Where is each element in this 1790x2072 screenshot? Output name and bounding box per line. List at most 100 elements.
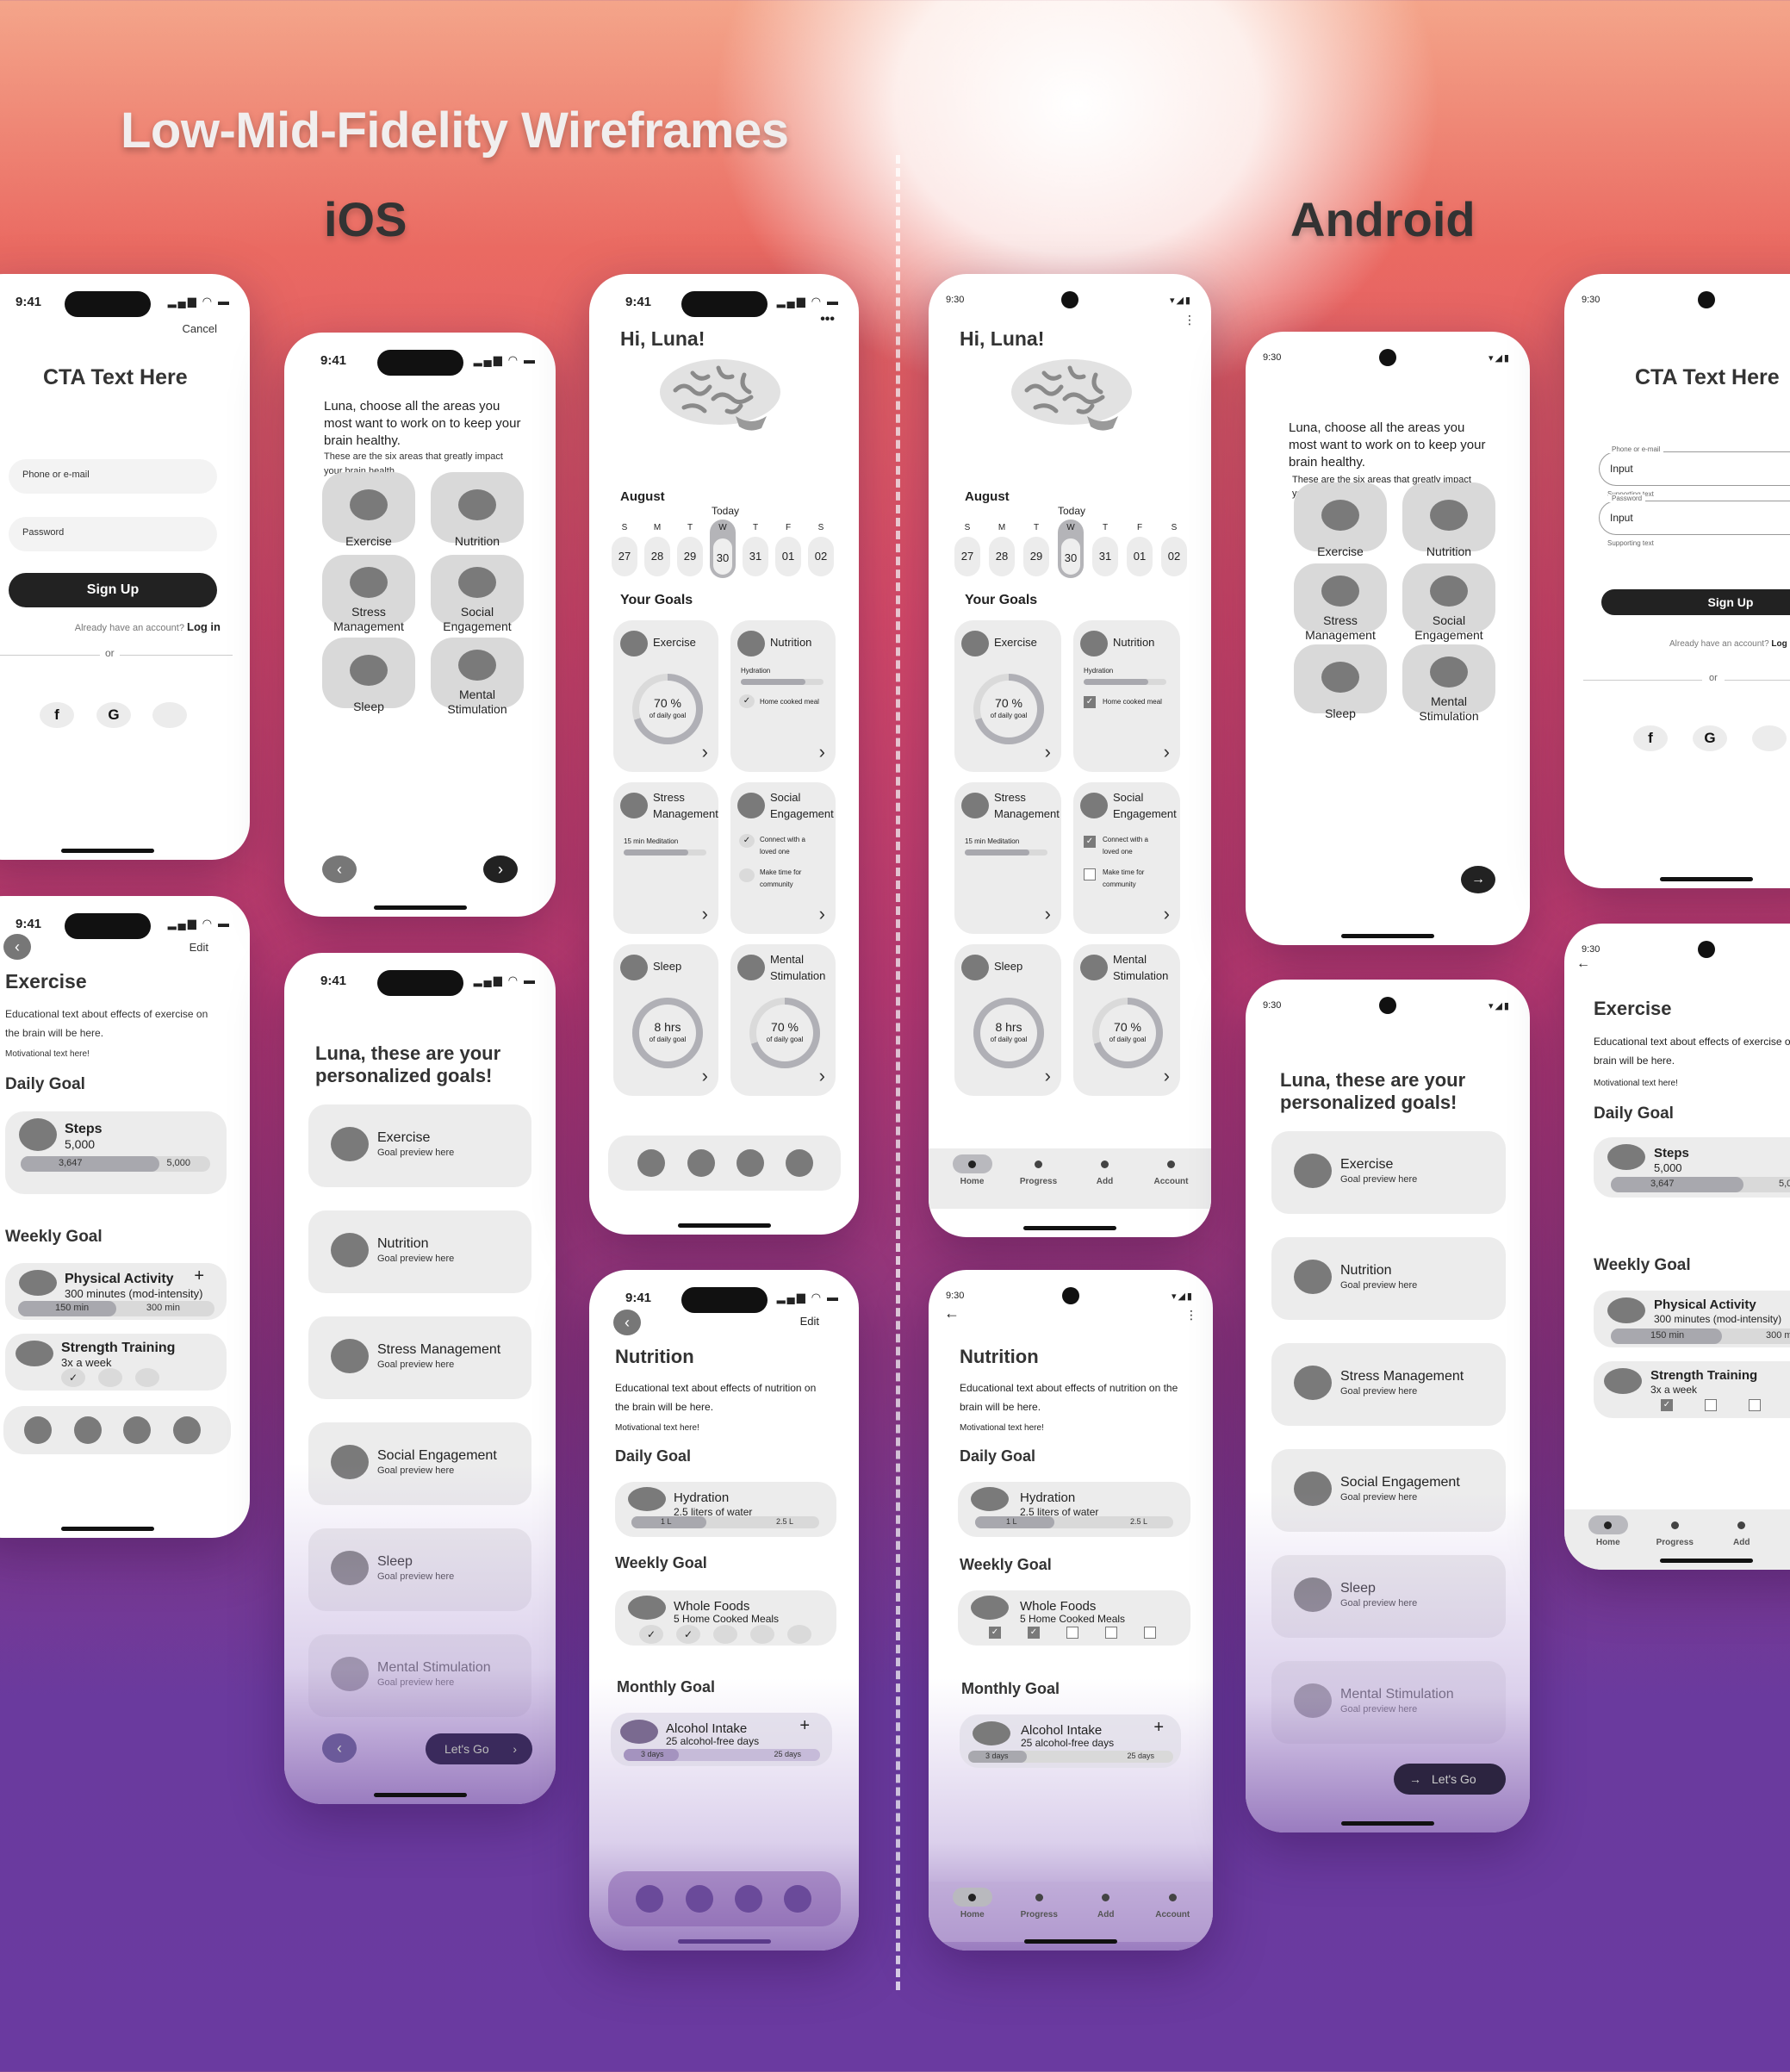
edit-button[interactable]: Edit [800,1315,819,1328]
whole-foods-card[interactable]: Whole Foods 5 Home Cooked Meals ✓ ✓ [958,1590,1190,1646]
more-vert-icon[interactable]: ⋮ [1185,1308,1197,1322]
st-check-3[interactable] [135,1368,159,1387]
st-checkbox-3[interactable] [1749,1399,1761,1411]
back-arrow-icon[interactable]: ← [1576,956,1590,972]
physical-activity-card[interactable]: Physical Activity + 300 minutes (mod-int… [5,1263,227,1320]
area-tile-exercise[interactable]: Exercise [322,472,415,548]
nav-add[interactable]: Add [1080,1894,1132,1920]
tab-2[interactable] [686,1885,713,1913]
apple-icon[interactable] [152,702,187,728]
wf-check-3[interactable] [713,1625,737,1644]
goal-row-stress-management[interactable]: Stress Management Goal preview here [308,1316,531,1399]
chevron-right-icon[interactable]: › [819,1065,825,1087]
hydration-card[interactable]: Hydration 2.5 liters of water 1 L 2.5 L [615,1482,836,1537]
area-tile-mental-stimulation[interactable]: Mental Stimulation [1402,644,1495,723]
facebook-icon[interactable]: f [40,702,74,728]
add-icon[interactable]: + [194,1266,204,1286]
back-button[interactable]: ‹ [322,856,357,883]
calendar-day-30[interactable]: W 30 [1058,520,1084,578]
st-checkbox-1[interactable]: ✓ [1661,1399,1673,1411]
more-icon[interactable]: ••• [820,312,835,327]
whole-foods-card[interactable]: Whole Foods 5 Home Cooked Meals ✓ ✓ [615,1590,836,1646]
goal-card-sleep[interactable]: Sleep 8 hrs of daily goal › [954,944,1061,1096]
back-button[interactable]: ‹ [613,1310,641,1335]
wf-check-2[interactable]: ✓ [676,1625,700,1644]
password-field[interactable]: Password Input [1599,495,1790,535]
goal-row-mental-stimulation[interactable]: Mental Stimulation Goal preview here [308,1634,531,1717]
st-check-2[interactable] [98,1368,122,1387]
password-input[interactable]: Password [9,517,217,551]
physical-activity-card[interactable]: Physical Activity 300 minutes (mod-inten… [1594,1291,1790,1347]
calendar-day-30[interactable]: W 30 [710,520,736,578]
strength-training-card[interactable]: Strength Training 3x a week ✓ [1594,1361,1790,1418]
area-tile-nutrition[interactable]: Nutrition [1402,482,1495,558]
goal-card-mental-stimulation[interactable]: Mental Stimulation 70 % of daily goal › [730,944,836,1096]
tab-3[interactable] [735,1885,762,1913]
goal-card-social-engagement[interactable]: Social Engagement ✓ Connect with a loved on… [730,782,836,934]
add-icon[interactable]: + [1153,1718,1164,1738]
steps-card[interactable]: Steps 5,000 3,647 5,000 [1594,1137,1790,1198]
chevron-right-icon[interactable]: › [702,741,708,763]
goal-row-nutrition[interactable]: Nutrition Goal preview here [1271,1237,1506,1320]
goal-card-nutrition[interactable]: Nutrition Hydration ✓ Home cooked meal › [1073,620,1180,772]
calendar-day-31[interactable]: T 31 [743,520,768,576]
sign-up-button[interactable]: Sign Up [1601,589,1790,615]
chevron-right-icon[interactable]: › [1045,1065,1051,1087]
facebook-icon[interactable]: f [1633,725,1668,751]
nav-home[interactable]: Home [947,1154,998,1186]
st-checkbox-2[interactable] [1705,1399,1717,1411]
connect-checkbox[interactable]: ✓ [1084,836,1096,848]
alcohol-intake-card[interactable]: Alcohol Intake + 25 alcohol-free days 3 … [960,1714,1181,1768]
goal-row-nutrition[interactable]: Nutrition Goal preview here [308,1210,531,1293]
hydration-card[interactable]: Hydration 2.5 liters of water 1 L 2.5 L [958,1482,1190,1537]
tab-3[interactable] [737,1149,764,1177]
wf-checkbox-5[interactable] [1144,1627,1156,1639]
calendar-day-02[interactable]: S 02 [1161,520,1187,576]
goal-row-exercise[interactable]: Exercise Goal preview here [1271,1131,1506,1214]
cancel-button[interactable]: Cancel [183,322,217,335]
goal-card-stress-management[interactable]: Stress Management 15 min Meditation › [613,782,718,934]
wf-checkbox-2[interactable]: ✓ [1028,1627,1040,1639]
goal-row-exercise[interactable]: Exercise Goal preview here [308,1104,531,1187]
home-meal-checkbox[interactable]: ✓ [1084,696,1096,708]
calendar-day-01[interactable]: F 01 [1127,520,1153,576]
google-icon[interactable]: G [96,702,131,728]
next-arrow-button[interactable]: → [1461,866,1495,893]
calendar-day-28[interactable]: M 28 [989,520,1015,576]
nav-account[interactable]: Account [1782,1521,1790,1547]
area-tile-social-engagement[interactable]: Social Engagement [431,555,524,633]
phone-email-field[interactable]: Phone or e-mail Input [1599,445,1790,486]
wf-checkbox-4[interactable] [1105,1627,1117,1639]
tab-2[interactable] [687,1149,715,1177]
area-tile-sleep[interactable]: Sleep [322,638,415,713]
goal-row-social-engagement[interactable]: Social Engagement Goal preview here [1271,1449,1506,1532]
connect-check[interactable]: ✓ [739,834,755,848]
tab-4[interactable] [784,1885,811,1913]
wf-checkbox-3[interactable] [1066,1627,1078,1639]
tab-4[interactable] [786,1149,813,1177]
tab-1[interactable] [24,1416,52,1444]
nav-progress[interactable]: Progress [1013,1894,1065,1920]
lets-go-button[interactable]: → Let's Go [1394,1764,1506,1795]
strength-training-card[interactable]: Strength Training 3x a week ✓ [5,1334,227,1391]
goal-card-sleep[interactable]: Sleep 8 hrs of daily goal › [613,944,718,1096]
nav-add[interactable]: Add [1716,1521,1768,1547]
calendar-day-29[interactable]: T 29 [677,520,703,576]
calendar-day-01[interactable]: F 01 [775,520,801,576]
chevron-right-icon[interactable]: › [1164,1065,1170,1087]
calendar-day-28[interactable]: M 28 [644,520,670,576]
steps-card[interactable]: Steps 5,000 3,647 5,000 [5,1111,227,1194]
back-button[interactable]: ‹ [3,934,31,960]
area-tile-stress-management[interactable]: Stress Management [1294,563,1387,642]
chevron-right-icon[interactable]: › [1045,741,1051,763]
calendar-day-27[interactable]: S 27 [954,520,980,576]
chevron-right-icon[interactable]: › [819,741,825,763]
community-checkbox[interactable] [1084,868,1096,880]
chevron-right-icon[interactable]: › [702,1065,708,1087]
goal-card-exercise[interactable]: Exercise 70 % of daily goal › [954,620,1061,772]
add-icon[interactable]: + [799,1716,810,1736]
area-tile-nutrition[interactable]: Nutrition [431,472,524,548]
calendar-day-31[interactable]: T 31 [1092,520,1118,576]
nav-add[interactable]: Add [1079,1160,1131,1186]
tab-1[interactable] [637,1149,665,1177]
